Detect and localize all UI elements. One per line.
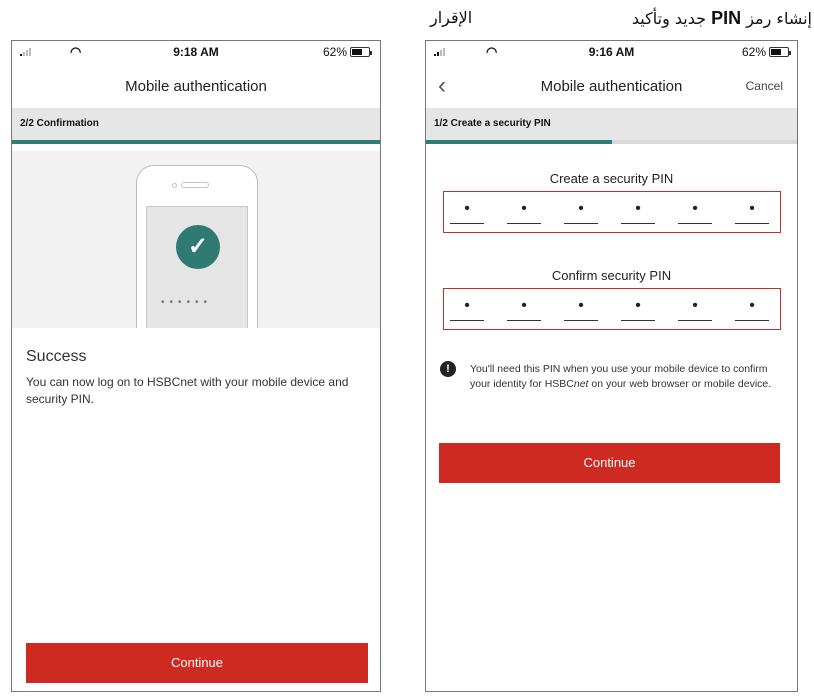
progress-fill <box>426 140 612 144</box>
pin-digit[interactable]: • <box>507 200 541 224</box>
page-title: Mobile authentication <box>540 78 683 95</box>
caption-confirmation: الإقرار <box>430 8 473 27</box>
pin-digit[interactable]: • <box>450 297 484 321</box>
success-message: Success You can now log on to HSBCnet wi… <box>12 328 380 691</box>
illustration-screen: ✓ •••••• <box>146 206 248 336</box>
battery-percent: 62% <box>741 45 766 59</box>
battery-icon <box>769 47 791 57</box>
pin-digit[interactable]: • <box>621 200 655 224</box>
battery-indicator: 62% <box>322 45 372 59</box>
success-body: You can now log on to HSBCnet with your … <box>26 375 349 406</box>
status-bar: ◠ 9:18 AM 62% <box>12 41 380 63</box>
step-indicator: 2/2 Confirmation <box>12 108 380 140</box>
nav-bar: Mobile authentication <box>12 67 380 107</box>
create-pin-screen: ◠ 9:16 AM 62% ‹ Mobile authentication Ca… <box>425 40 798 692</box>
confirm-pin-input[interactable]: • • • • • • <box>443 288 781 330</box>
page-title: Mobile authentication <box>125 78 267 95</box>
progress-bar <box>12 140 380 144</box>
success-title: Success <box>26 348 87 365</box>
pin-digit[interactable]: • <box>621 297 655 321</box>
phone-illustration: ✓ •••••• <box>136 165 258 345</box>
cancel-button[interactable]: Cancel <box>746 79 783 93</box>
pin-digit[interactable]: • <box>507 297 541 321</box>
continue-button[interactable]: Continue <box>26 643 368 683</box>
confirmation-screen: ◠ 9:18 AM 62% Mobile authentication 2/2 … <box>11 40 381 692</box>
nav-bar: ‹ Mobile authentication Cancel <box>426 67 797 107</box>
check-icon: ✓ <box>176 225 220 269</box>
battery-indicator: 62% <box>741 45 791 59</box>
pin-digit[interactable]: • <box>735 200 769 224</box>
battery-percent: 62% <box>322 45 347 59</box>
battery-icon <box>350 47 372 57</box>
pin-digit[interactable]: • <box>450 200 484 224</box>
pin-digit[interactable]: • <box>735 297 769 321</box>
status-bar: ◠ 9:16 AM 62% <box>426 41 797 63</box>
camera-dot <box>172 183 177 188</box>
info-text: You'll need this PIN when you use your m… <box>470 363 772 390</box>
pin-digit[interactable]: • <box>678 297 712 321</box>
create-pin-label: Create a security PIN <box>549 171 674 186</box>
speaker-slot <box>181 182 209 188</box>
illustration: ✓ •••••• <box>12 151 380 345</box>
pin-digit[interactable]: • <box>564 297 598 321</box>
pin-digit[interactable]: • <box>564 200 598 224</box>
pin-digit[interactable]: • <box>678 200 712 224</box>
create-pin-input[interactable]: • • • • • • <box>443 191 781 233</box>
confirm-pin-label: Confirm security PIN <box>551 268 672 283</box>
continue-button[interactable]: Continue <box>439 443 780 483</box>
step-indicator: 1/2 Create a security PIN <box>426 108 797 140</box>
caption-create-pin: إنشاء رمز PIN جديد وتأكيد <box>631 8 812 28</box>
progress-bar <box>426 140 797 144</box>
pin-dots: •••••• <box>161 297 213 308</box>
progress-fill <box>12 140 380 144</box>
exclamation-icon: ! <box>440 361 456 377</box>
